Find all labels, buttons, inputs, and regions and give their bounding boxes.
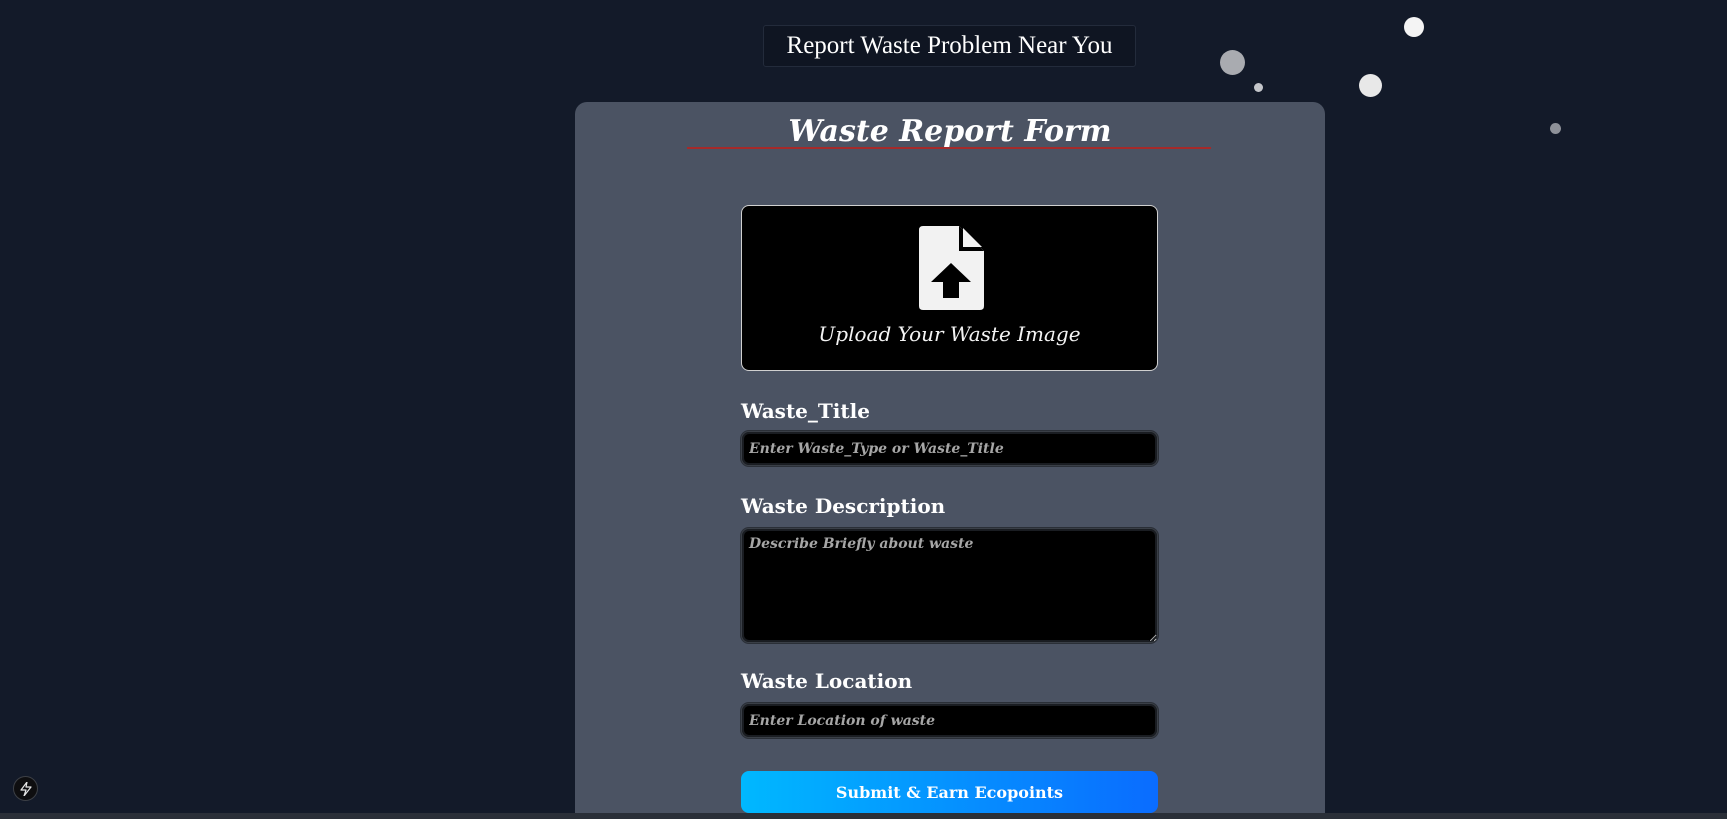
lightning-icon	[19, 781, 32, 796]
upload-image-dropzone[interactable]: Upload Your Waste Image	[741, 205, 1158, 371]
upload-label: Upload Your Waste Image	[818, 322, 1081, 346]
dev-tools-button[interactable]	[13, 776, 38, 801]
decorative-bubble	[1220, 50, 1245, 75]
decorative-bubble	[1550, 123, 1561, 134]
page: Report Waste Problem Near You Waste Repo…	[0, 0, 1727, 819]
page-title: Report Waste Problem Near You	[763, 25, 1136, 67]
waste-report-card: Waste Report Form Upload Your Waste Imag…	[575, 102, 1325, 819]
waste-location-label: Waste Location	[741, 669, 913, 693]
decorative-bubble	[1359, 74, 1382, 97]
waste-description-textarea[interactable]	[741, 528, 1158, 643]
waste-title-label: Waste_Title	[741, 399, 870, 423]
title-underline	[687, 147, 1211, 149]
waste-location-input[interactable]	[741, 703, 1158, 738]
file-upload-icon	[919, 226, 984, 310]
page-title-text: Report Waste Problem Near You	[786, 32, 1113, 59]
decorative-bubble	[1404, 17, 1424, 37]
form-title: Waste Report Form	[788, 114, 1112, 149]
waste-description-label: Waste Description	[741, 494, 946, 518]
bottom-bar	[0, 813, 1727, 819]
submit-button[interactable]: Submit & Earn Ecopoints	[741, 771, 1158, 813]
waste-title-input[interactable]	[741, 431, 1158, 466]
decorative-bubble	[1254, 83, 1263, 92]
